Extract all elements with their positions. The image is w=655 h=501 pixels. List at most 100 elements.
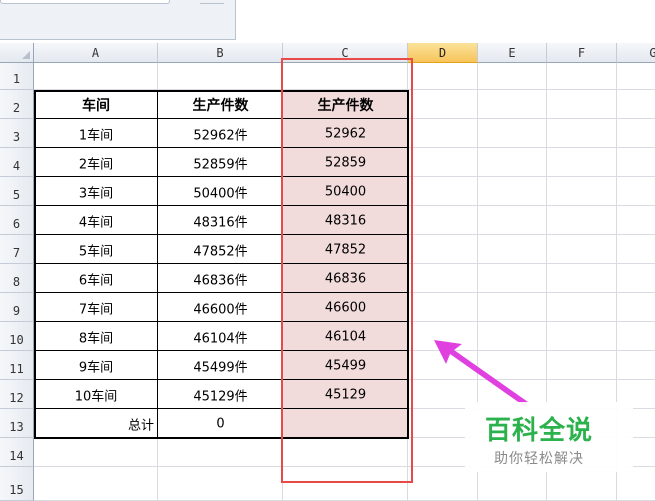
row-number: 6 (12, 217, 21, 231)
cell-count-text-text: 46104件 (193, 331, 248, 346)
row-header-6[interactable]: 6 (0, 206, 34, 235)
row-header-5[interactable]: 5 (0, 177, 34, 206)
table-hline (34, 379, 408, 380)
header-cell-workshop[interactable]: 车间 (34, 90, 158, 119)
table-hline (34, 263, 408, 264)
row-number: 1 (12, 72, 21, 86)
row-header-15[interactable]: 15 (0, 467, 34, 501)
row-header-7[interactable]: 7 (0, 235, 34, 264)
cell-workshop-text: 4车间 (78, 215, 114, 230)
cell-count-text[interactable]: 52859件 (158, 148, 283, 177)
cell-count-text-text: 46836件 (193, 273, 248, 288)
cell-count-text-text: 45499件 (193, 360, 248, 375)
name-box-panel (0, 0, 236, 40)
cell-count-text[interactable]: 48316件 (158, 206, 283, 235)
row-number: 12 (9, 391, 24, 405)
cell-count-text-text: 50400件 (193, 186, 248, 201)
cell-count-number[interactable]: 50400 (283, 177, 408, 206)
total-label-cell[interactable]: 总计 (34, 409, 158, 438)
cell-count-number-text: 46104 (324, 329, 367, 344)
header-cell-count-b[interactable]: 生产件数 (158, 90, 283, 119)
column-header-c[interactable]: C (283, 43, 408, 63)
cell-count-text[interactable]: 46836件 (158, 264, 283, 293)
row-number: 9 (12, 304, 21, 318)
column-header-a[interactable]: A (34, 43, 158, 63)
cell-count-text-text: 46600件 (193, 302, 248, 317)
cell-count-number-text: 46600 (324, 300, 367, 315)
column-header-f[interactable]: F (547, 43, 617, 63)
cell-workshop[interactable]: 8车间 (34, 322, 158, 351)
cell-count-number-text: 52859 (324, 155, 367, 170)
cell-workshop[interactable]: 9车间 (34, 351, 158, 380)
cell-count-number[interactable]: 52962 (283, 119, 408, 148)
row-header-14[interactable]: 14 (0, 438, 34, 467)
cell-workshop-text: 2车间 (78, 157, 114, 172)
cell-count-text-text: 47852件 (193, 244, 248, 259)
header-cell-count-c-text: 生产件数 (317, 97, 374, 114)
cell-count-number[interactable]: 46600 (283, 293, 408, 322)
cell-workshop[interactable]: 2车间 (34, 148, 158, 177)
row-header-2[interactable]: 2 (0, 90, 34, 119)
column-header-b[interactable]: B (158, 43, 283, 63)
row-header-12[interactable]: 12 (0, 380, 34, 409)
cell-count-text[interactable]: 46600件 (158, 293, 283, 322)
cell-count-number[interactable]: 45499 (283, 351, 408, 380)
cell-count-number-text: 52962 (324, 126, 367, 141)
cell-workshop[interactable]: 6车间 (34, 264, 158, 293)
tab-curl (200, 0, 224, 4)
watermark-logo: 百科全说 助你轻松解决 (465, 402, 633, 472)
tab-edge (0, 0, 170, 4)
table-hline (34, 147, 408, 148)
total-c-cell[interactable] (283, 409, 408, 438)
cell-count-text-text: 45129件 (193, 389, 248, 404)
row-header-4[interactable]: 4 (0, 148, 34, 177)
cell-workshop[interactable]: 5车间 (34, 235, 158, 264)
cell-count-number[interactable]: 45129 (283, 380, 408, 409)
cell-workshop-text: 3车间 (78, 186, 114, 201)
row-header-9[interactable]: 9 (0, 293, 34, 322)
cell-count-text[interactable]: 47852件 (158, 235, 283, 264)
cell-count-text[interactable]: 45129件 (158, 380, 283, 409)
cell-count-number-text: 46836 (324, 271, 367, 286)
row-number: 2 (12, 101, 21, 115)
row-header-3[interactable]: 3 (0, 119, 34, 148)
cell-count-text[interactable]: 50400件 (158, 177, 283, 206)
cell-workshop[interactable]: 3车间 (34, 177, 158, 206)
row-header-8[interactable]: 8 (0, 264, 34, 293)
cell-count-number[interactable]: 46836 (283, 264, 408, 293)
cell-workshop[interactable]: 10车间 (34, 380, 158, 409)
cell-workshop[interactable]: 4车间 (34, 206, 158, 235)
column-header-d[interactable]: D (408, 43, 478, 63)
cell-count-text[interactable]: 46104件 (158, 322, 283, 351)
total-value-cell-text: 0 (216, 416, 225, 431)
cell-workshop-text: 5车间 (78, 244, 114, 259)
table-hline (34, 292, 408, 293)
cell-count-number[interactable]: 46104 (283, 322, 408, 351)
total-value-cell[interactable]: 0 (158, 409, 283, 438)
cell-count-text[interactable]: 52962件 (158, 119, 283, 148)
cell-count-number[interactable]: 48316 (283, 206, 408, 235)
cell-count-text-text: 52859件 (193, 157, 248, 172)
cell-count-number-text: 45499 (324, 358, 367, 373)
header-cell-count-c[interactable]: 生产件数 (283, 90, 408, 119)
cell-workshop[interactable]: 7车间 (34, 293, 158, 322)
row-number: 13 (9, 420, 24, 434)
cell-workshop-text: 1车间 (78, 128, 114, 143)
row-header-1[interactable]: 1 (0, 63, 34, 90)
table-hline (34, 408, 408, 409)
row-header-11[interactable]: 11 (0, 351, 34, 380)
header-cell-count-b-text: 生产件数 (192, 97, 249, 114)
row-header-13[interactable]: 13 (0, 409, 34, 438)
row-header-10[interactable]: 10 (0, 322, 34, 351)
cell-workshop[interactable]: 1车间 (34, 119, 158, 148)
column-header-e[interactable]: E (478, 43, 547, 63)
watermark-title: 百科全说 (485, 416, 594, 446)
select-all-corner[interactable] (0, 43, 34, 63)
column-header-g[interactable]: G (617, 43, 655, 63)
cell-count-number[interactable]: 47852 (283, 235, 408, 264)
table-hline (34, 118, 408, 119)
cell-count-text-text: 48316件 (193, 215, 248, 230)
cell-count-text[interactable]: 45499件 (158, 351, 283, 380)
cell-count-number[interactable]: 52859 (283, 148, 408, 177)
row-number: 15 (9, 483, 24, 497)
